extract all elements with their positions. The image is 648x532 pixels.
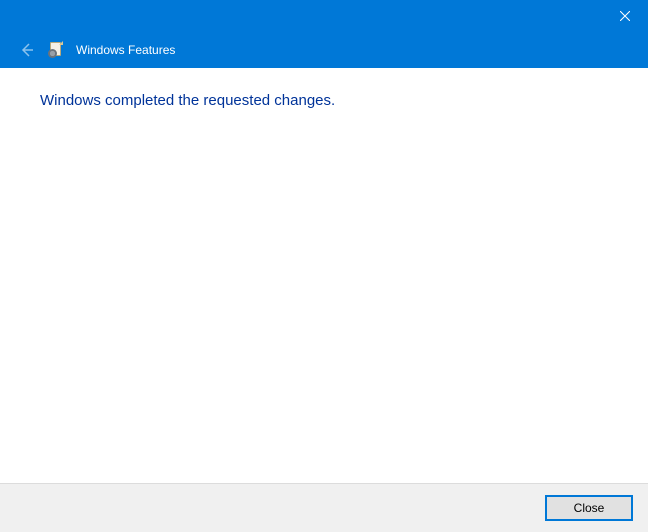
- completion-message: Windows completed the requested changes.: [40, 92, 608, 109]
- windows-features-icon: [48, 42, 64, 58]
- back-button: [18, 41, 36, 59]
- wizard-title: Windows Features: [76, 43, 175, 57]
- titlebar: [0, 0, 648, 32]
- close-icon: [620, 11, 630, 21]
- window-close-button[interactable]: [602, 0, 648, 32]
- content-area: Windows completed the requested changes.: [0, 68, 648, 483]
- wizard-header: Windows Features: [0, 32, 648, 68]
- close-button[interactable]: Close: [546, 496, 632, 520]
- back-arrow-icon: [19, 42, 35, 58]
- wizard-footer: Close: [0, 483, 648, 532]
